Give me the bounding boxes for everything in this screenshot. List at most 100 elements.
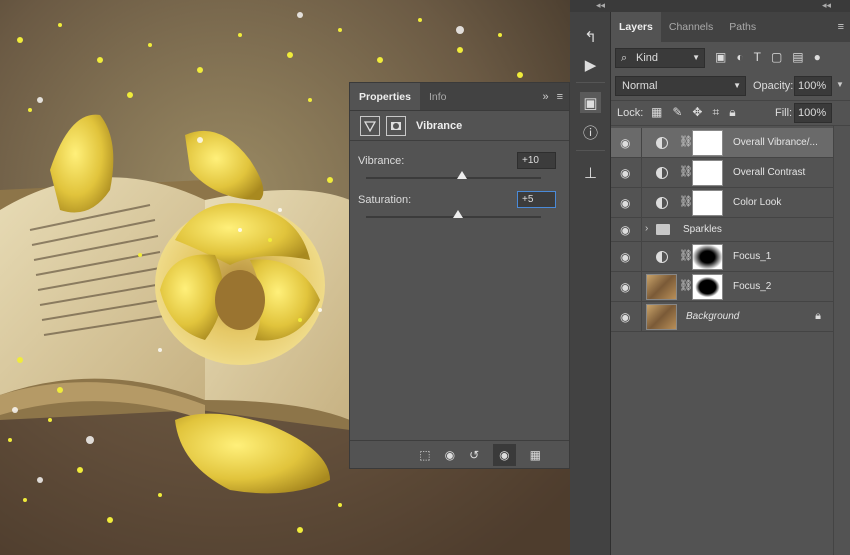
- layer-mask-thumbnail[interactable]: [692, 244, 723, 270]
- clone-source-icon[interactable]: ⊥: [580, 162, 601, 183]
- eye-icon[interactable]: ◉: [620, 280, 634, 294]
- fill-field[interactable]: 100%: [794, 103, 832, 123]
- layer-row[interactable]: ◉ ⛓︎ Focus_1: [611, 242, 833, 272]
- vibrance-slider-track[interactable]: [366, 177, 541, 179]
- visibility-icon[interactable]: ◉: [493, 443, 516, 466]
- divider: [641, 302, 642, 331]
- tab-channels[interactable]: Channels: [661, 12, 721, 42]
- divider: [641, 188, 642, 217]
- lock-position-icon[interactable]: ✥: [692, 105, 702, 120]
- layer-name[interactable]: Color Look: [733, 197, 781, 208]
- divider: [641, 272, 642, 301]
- layers-panel: Layers Channels Paths ≡ ⌕ Kind ▼ ▣ ◐ T ▢…: [611, 12, 850, 555]
- saturation-value-field[interactable]: +5: [517, 191, 556, 208]
- reset-icon[interactable]: ↺: [469, 448, 479, 462]
- properties-panel: Properties Info » ≡ Vibrance Vibrance: +…: [349, 82, 570, 469]
- adjustment-layer-icon: [656, 197, 668, 209]
- view-previous-icon[interactable]: ◉: [445, 448, 455, 462]
- blend-mode-select[interactable]: Normal ▼: [615, 76, 746, 96]
- search-icon: ⌕: [621, 52, 628, 64]
- lock-artboard-icon[interactable]: ⌗: [712, 105, 719, 120]
- vibrance-triangle-icon[interactable]: [360, 115, 380, 136]
- adjustment-layer-icon: [656, 167, 668, 179]
- link-icon[interactable]: ⛓︎: [679, 165, 693, 178]
- layer-row[interactable]: ◉ ⛓︎ Overall Contrast: [611, 158, 833, 188]
- chevron-down-icon: ▼: [733, 81, 741, 90]
- properties-cube-icon[interactable]: ▣: [580, 92, 601, 113]
- layer-row[interactable]: ◉ ⛓︎ Focus_2: [611, 272, 833, 302]
- eye-icon[interactable]: ◉: [620, 310, 634, 324]
- opacity-field[interactable]: 100%: [794, 76, 832, 96]
- lock-label: Lock:: [617, 107, 644, 119]
- lock-all-icon[interactable]: 🔒︎: [729, 105, 735, 120]
- filter-type-icon[interactable]: T: [754, 50, 761, 64]
- layer-mask-icon[interactable]: [386, 115, 406, 136]
- filter-kind-label: Kind: [636, 52, 659, 64]
- trash-icon[interactable]: ▦: [530, 448, 541, 462]
- vibrance-slider-row: Vibrance: +10: [358, 152, 556, 179]
- lock-icon[interactable]: 🔒︎: [815, 310, 821, 323]
- filter-kind-select[interactable]: ⌕ Kind ▼: [615, 48, 705, 68]
- layer-thumbnail[interactable]: [646, 274, 677, 300]
- filter-toggle-icon[interactable]: ●: [814, 50, 821, 64]
- eye-icon[interactable]: ◉: [620, 223, 634, 237]
- tab-info[interactable]: Info: [420, 83, 456, 110]
- tab-paths[interactable]: Paths: [721, 12, 764, 42]
- layer-name[interactable]: Overall Contrast: [733, 167, 805, 178]
- panel-menu-icon[interactable]: ≡: [838, 12, 844, 42]
- filter-smart-object-icon[interactable]: ▤: [792, 50, 803, 64]
- tab-properties[interactable]: Properties: [350, 83, 420, 110]
- adjustment-layer-icon: [656, 137, 668, 149]
- eye-icon[interactable]: ◉: [620, 136, 634, 150]
- collapse-icon[interactable]: ◂◂: [596, 0, 605, 11]
- vibrance-slider-thumb[interactable]: [457, 171, 468, 179]
- saturation-slider-thumb[interactable]: [452, 210, 463, 218]
- eye-icon[interactable]: ◉: [620, 196, 634, 210]
- panel-menu-icon[interactable]: ≡: [557, 83, 563, 111]
- layers-scrollbar[interactable]: [833, 126, 850, 555]
- layers-tab-bar: Layers Channels Paths ≡: [611, 12, 850, 42]
- layer-mask-thumbnail[interactable]: [692, 190, 723, 216]
- layer-name[interactable]: Background: [686, 311, 739, 322]
- layer-group-row[interactable]: ◉ › Sparkles: [611, 218, 833, 242]
- history-icon[interactable]: ↰: [580, 26, 601, 47]
- layer-mask-thumbnail[interactable]: [692, 160, 723, 186]
- layer-name[interactable]: Focus_2: [733, 281, 771, 292]
- eye-icon[interactable]: ◉: [620, 166, 634, 180]
- panel-dock-top: ◂◂ ◂◂: [570, 0, 850, 12]
- blend-mode-label: Normal: [622, 80, 658, 92]
- strip-divider: [576, 82, 605, 83]
- layer-name[interactable]: Sparkles: [683, 224, 722, 235]
- opacity-label: Opacity:: [753, 80, 794, 92]
- divider: [641, 158, 642, 187]
- link-icon[interactable]: ⛓︎: [679, 135, 693, 148]
- tab-layers[interactable]: Layers: [611, 12, 661, 42]
- link-icon[interactable]: ⛓︎: [679, 249, 693, 262]
- layer-row[interactable]: ◉ ⛓︎ Color Look: [611, 188, 833, 218]
- saturation-label: Saturation:: [358, 194, 412, 206]
- link-icon[interactable]: ⛓︎: [679, 195, 693, 208]
- play-actions-icon[interactable]: ▶: [580, 54, 601, 75]
- chevron-right-icon[interactable]: ›: [645, 223, 648, 234]
- layer-thumbnail[interactable]: [646, 304, 677, 330]
- clip-to-layer-icon[interactable]: ⬚: [419, 448, 430, 462]
- filter-shape-icon[interactable]: ▢: [771, 50, 782, 64]
- expand-panel-icon[interactable]: »: [542, 83, 548, 111]
- layer-mask-thumbnail[interactable]: [692, 130, 723, 156]
- info-icon[interactable]: ⓘ: [580, 122, 601, 143]
- lock-paint-icon[interactable]: ✎: [672, 105, 682, 120]
- layer-mask-thumbnail[interactable]: [692, 274, 723, 300]
- layer-row-background[interactable]: ◉ Background 🔒︎: [611, 302, 833, 332]
- eye-icon[interactable]: ◉: [620, 250, 634, 264]
- layer-name[interactable]: Focus_1: [733, 251, 771, 262]
- vibrance-value-field[interactable]: +10: [517, 152, 556, 169]
- layer-row[interactable]: ◉ ⛓︎ Overall Vibrance/...: [611, 128, 833, 158]
- lock-icons: ▦ ✎ ✥ ⌗ 🔒︎: [651, 105, 736, 120]
- collapse-icon[interactable]: ◂◂: [822, 0, 831, 11]
- filter-pixel-icon[interactable]: ▣: [715, 50, 726, 64]
- opacity-dropdown-icon[interactable]: ▼: [836, 80, 844, 89]
- link-icon[interactable]: ⛓︎: [679, 279, 693, 292]
- filter-adjustment-icon[interactable]: ◐: [736, 50, 743, 64]
- lock-transparency-icon[interactable]: ▦: [651, 105, 662, 120]
- layer-name[interactable]: Overall Vibrance/...: [733, 137, 818, 148]
